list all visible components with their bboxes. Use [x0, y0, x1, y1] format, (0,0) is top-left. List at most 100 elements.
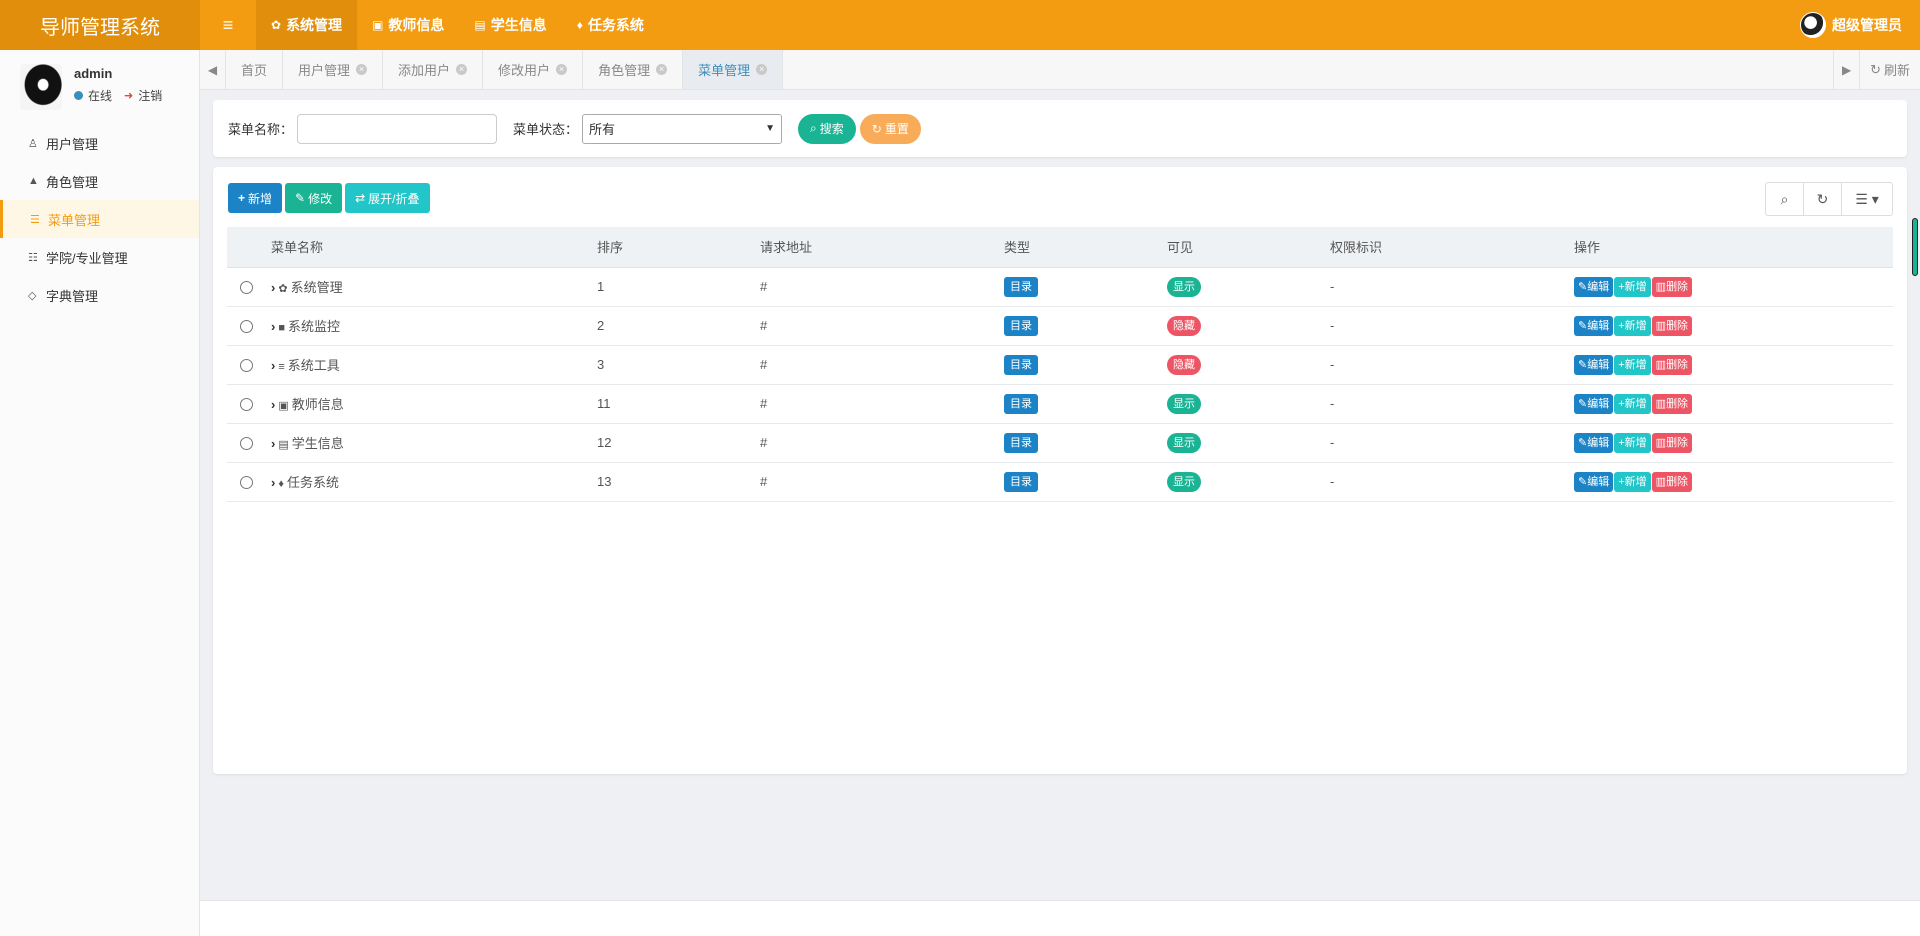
- row-radio[interactable]: [240, 281, 253, 295]
- visible-cell: 隐藏: [1167, 345, 1330, 385]
- menu-name-label: 菜单名称：: [228, 122, 294, 137]
- online-status: 在线: [88, 89, 113, 103]
- select-cell: [227, 345, 271, 385]
- row-delete-button[interactable]: ▥删除: [1651, 432, 1693, 453]
- refresh-button[interactable]: ↻: [1804, 183, 1842, 215]
- topnav-item[interactable]: ▣ 教师信息: [357, 0, 459, 50]
- sidebar-item[interactable]: ▲ 角色管理: [0, 162, 199, 200]
- table-row[interactable]: › ✿ 系统管理 1 # 目录 显示 - ✎编辑 +新增 ▥删除: [227, 267, 1893, 307]
- close-icon[interactable]: ×: [656, 64, 668, 75]
- search-panel: 菜单名称： 菜单状态： 所有 ▼ ⌕ 搜索 ↻ 重置: [213, 100, 1907, 157]
- edit-button[interactable]: ✎ 修改: [285, 183, 343, 213]
- actions-cell: ✎编辑 +新增 ▥删除: [1574, 462, 1893, 502]
- scrollbar[interactable]: [1912, 218, 1918, 276]
- row-radio[interactable]: [240, 398, 253, 412]
- row-add-button[interactable]: +新增: [1614, 432, 1651, 453]
- tab[interactable]: 用户管理 ×: [283, 50, 384, 89]
- refresh-tab-button[interactable]: ↻ 刷新: [1859, 50, 1920, 89]
- close-icon[interactable]: ×: [756, 64, 768, 75]
- table-row[interactable]: › ▣ 教师信息 11 # 目录 显示 - ✎编辑 +新增 ▥删除: [227, 384, 1893, 424]
- tab-label: 角色管理: [598, 63, 651, 78]
- row-delete-button[interactable]: ▥删除: [1651, 315, 1693, 336]
- sidebar-item[interactable]: ◇ 字典管理: [0, 276, 199, 314]
- sidebar-item[interactable]: ☰ 菜单管理: [0, 200, 199, 238]
- menu-status-select[interactable]: 所有 ▼: [582, 113, 783, 144]
- close-icon[interactable]: ×: [556, 64, 568, 75]
- column-header[interactable]: 排序: [597, 227, 760, 268]
- close-icon[interactable]: ×: [456, 64, 468, 75]
- row-radio[interactable]: [240, 320, 253, 334]
- expand-collapse-button[interactable]: ⇄ 展开/折叠: [345, 183, 430, 213]
- menu-name: 教师信息: [291, 397, 344, 412]
- row-edit-button[interactable]: ✎编辑: [1574, 393, 1614, 414]
- tabs-right-icon[interactable]: ▶: [1833, 50, 1859, 89]
- row-add-button[interactable]: +新增: [1614, 471, 1651, 492]
- columns-button[interactable]: ☰ ▾: [1842, 183, 1892, 215]
- row-add-button[interactable]: +新增: [1614, 315, 1651, 336]
- column-header[interactable]: 操作: [1574, 227, 1893, 268]
- user-panel: admin 在线 ➜ 注销: [0, 50, 199, 118]
- sidebar-item[interactable]: ☷ 学院/专业管理: [0, 238, 199, 276]
- refresh-icon: ↻: [1816, 190, 1829, 207]
- row-add-button[interactable]: +新增: [1614, 354, 1651, 375]
- column-header[interactable]: 菜单名称: [271, 227, 597, 268]
- visible-badge: 显示: [1167, 432, 1201, 453]
- row-edit-button[interactable]: ✎编辑: [1574, 276, 1614, 297]
- search-button[interactable]: ⌕ 搜索: [798, 113, 856, 144]
- id-badge-icon: ▣: [278, 400, 289, 412]
- row-delete-button[interactable]: ▥删除: [1651, 354, 1693, 375]
- row-radio[interactable]: [240, 359, 253, 373]
- column-header[interactable]: 权限标识: [1330, 227, 1574, 268]
- table-row[interactable]: › ■ 系统监控 2 # 目录 隐藏 - ✎编辑 +新增 ▥删除: [227, 306, 1893, 346]
- chevron-right-icon[interactable]: ›: [271, 280, 275, 295]
- chevron-right-icon[interactable]: ›: [271, 397, 275, 412]
- topnav-item[interactable]: ▤ 学生信息: [459, 0, 561, 50]
- topnav-item[interactable]: ✿ 系统管理: [256, 0, 358, 50]
- chevron-right-icon[interactable]: ›: [271, 358, 275, 373]
- row-delete-label: 删除: [1666, 475, 1689, 488]
- sidebar-item-label: 学院/专业管理: [46, 250, 128, 266]
- row-radio[interactable]: [240, 476, 253, 490]
- table-row[interactable]: › ♦ 任务系统 13 # 目录 显示 - ✎编辑 +新增 ▥删除: [227, 462, 1893, 502]
- close-icon[interactable]: ×: [356, 64, 368, 75]
- tab[interactable]: 菜单管理 ×: [683, 50, 784, 89]
- sidebar: admin 在线 ➜ 注销 ♙ 用户管理 ▲ 角色管理 ☰ 菜单管理 ☷ 学院/专业管理 ◇ 字典…: [0, 50, 200, 936]
- column-header[interactable]: 请求地址: [760, 227, 1004, 268]
- chevron-right-icon[interactable]: ›: [271, 319, 275, 334]
- tab[interactable]: 角色管理 ×: [583, 50, 684, 89]
- row-delete-button[interactable]: ▥删除: [1651, 471, 1693, 492]
- column-header[interactable]: 可见: [1167, 227, 1330, 268]
- topnav-item[interactable]: ♦ 任务系统: [562, 0, 659, 50]
- table-row[interactable]: › ≡ 系统工具 3 # 目录 隐藏 - ✎编辑 +新增 ▥删除: [227, 345, 1893, 385]
- search-toggle-button[interactable]: ⌕: [1766, 183, 1804, 215]
- chevron-right-icon[interactable]: ›: [271, 436, 275, 451]
- row-radio[interactable]: [240, 437, 253, 451]
- row-delete-button[interactable]: ▥删除: [1651, 276, 1693, 297]
- row-delete-button[interactable]: ▥删除: [1651, 393, 1693, 414]
- chevron-right-icon[interactable]: ›: [271, 475, 275, 490]
- top-navbar: 导师管理系统 ≡ ✿ 系统管理 ▣ 教师信息 ▤ 学生信息 ♦ 任务系统 超级管理员: [0, 0, 1920, 50]
- row-edit-button[interactable]: ✎编辑: [1574, 315, 1614, 336]
- table-row[interactable]: › ▤ 学生信息 12 # 目录 显示 - ✎编辑 +新增 ▥删除: [227, 423, 1893, 463]
- tab[interactable]: 首页: [226, 50, 284, 89]
- user-menu[interactable]: 超级管理员: [1800, 12, 1920, 38]
- order-cell: 12: [597, 423, 760, 463]
- row-add-button[interactable]: +新增: [1614, 276, 1651, 297]
- tab[interactable]: 修改用户 ×: [483, 50, 584, 89]
- tab[interactable]: 添加用户 ×: [383, 50, 484, 89]
- reset-button[interactable]: ↻ 重置: [859, 113, 921, 144]
- column-header[interactable]: 类型: [1004, 227, 1167, 268]
- sidebar-item[interactable]: ♙ 用户管理: [0, 124, 199, 162]
- tabs-left-icon[interactable]: ◀: [200, 50, 226, 89]
- row-edit-button[interactable]: ✎编辑: [1574, 354, 1614, 375]
- menu-name-cell: › ≡ 系统工具: [271, 345, 597, 385]
- row-edit-button[interactable]: ✎编辑: [1574, 432, 1614, 453]
- menu-name-input[interactable]: [297, 113, 498, 144]
- visible-badge: 隐藏: [1167, 315, 1201, 336]
- row-edit-button[interactable]: ✎编辑: [1574, 471, 1614, 492]
- logout-link[interactable]: 注销: [138, 87, 162, 104]
- add-button[interactable]: + 新增: [228, 183, 283, 213]
- edit-icon: ✎: [1578, 475, 1588, 488]
- row-add-button[interactable]: +新增: [1614, 393, 1651, 414]
- menu-toggle-icon[interactable]: ≡: [200, 0, 256, 50]
